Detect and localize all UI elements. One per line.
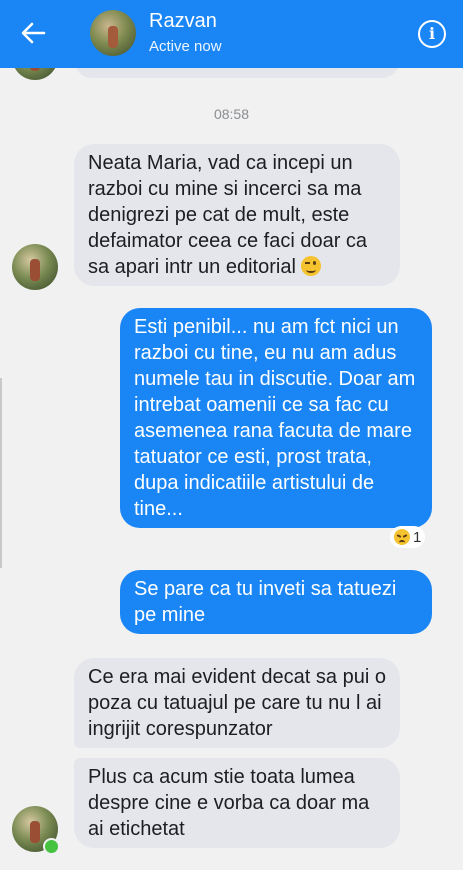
received-message[interactable]: Neata Maria, vad ca incepi un razboi cu … [74,144,400,286]
online-status-dot [43,838,60,855]
message-text: Neata Maria, vad ca incepi un razboi cu … [88,152,368,278]
message-text: Esti penibil... nu am fct nici un razboi… [134,316,416,520]
message-timestamp: 08:58 [213,106,250,122]
sent-message[interactable]: Esti penibil... nu am fct nici un razboi… [120,308,432,528]
contact-avatar[interactable] [90,10,136,56]
scroll-indicator [0,378,2,568]
contact-status: Active now [149,38,222,55]
contact-name[interactable]: Razvan [149,10,217,33]
reaction-count: 1 [413,528,422,546]
back-arrow-icon[interactable] [18,18,48,48]
message-text: Se pare ca tu inveti sa tatuezi pe mine [134,578,397,626]
sent-message[interactable]: Se pare ca tu inveti sa tatuezi pe mine [120,570,432,634]
message-reaction[interactable]: 1 [390,526,426,548]
message-text: Plus ca acum stie toata lumea despre cin… [88,766,370,840]
info-icon[interactable]: i [418,20,446,48]
angry-face-icon [394,529,410,545]
received-message[interactable]: Plus ca acum stie toata lumea despre cin… [74,758,400,848]
wink-emoji [301,256,322,276]
sender-avatar[interactable] [12,244,58,290]
received-message[interactable]: Ce era mai evident decat sa pui o poza c… [74,658,400,748]
message-text: Ce era mai evident decat sa pui o poza c… [88,666,386,740]
chat-header: Razvan Active now i [0,0,463,68]
